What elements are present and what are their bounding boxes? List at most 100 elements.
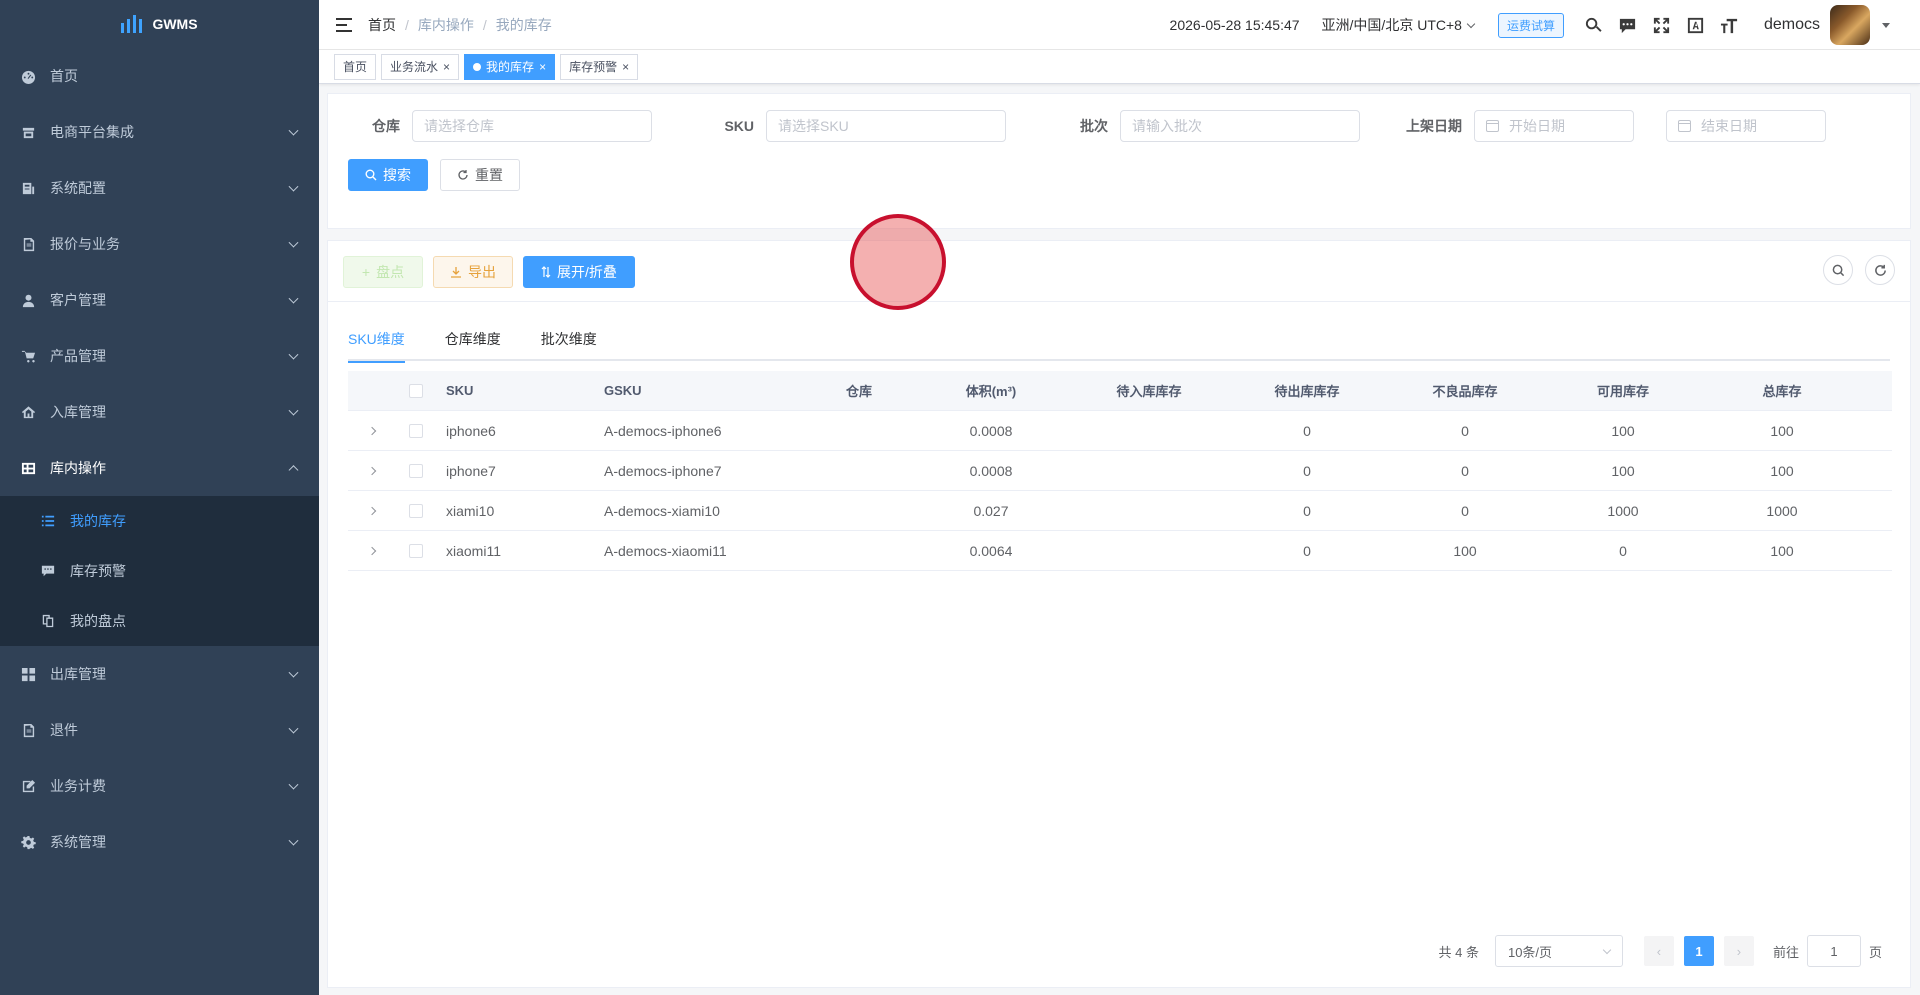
chevron-right-icon[interactable]: [367, 506, 377, 515]
select-all-checkbox[interactable]: [409, 383, 423, 398]
page-jump: 前往 1 页: [1773, 935, 1882, 967]
cell-defective: 100: [1453, 542, 1477, 559]
refresh-icon: [1874, 264, 1886, 276]
sidebar-item-inbound[interactable]: 入库管理: [0, 384, 319, 440]
goto-page-input[interactable]: 1: [1806, 935, 1861, 967]
cell-volume: 0.0008: [969, 422, 1013, 439]
sidebar-item-customers[interactable]: 客户管理: [0, 272, 319, 328]
cell-total: 100: [1770, 422, 1794, 439]
sidebar-item-quote[interactable]: 报价与业务: [0, 216, 319, 272]
user-name[interactable]: democs: [1764, 16, 1820, 34]
table-row[interactable]: xiami10 A-democs-xiami10 0.027 0 0 1000 1000: [348, 491, 1892, 531]
tag-business-flow[interactable]: 业务流水 ×: [381, 53, 460, 80]
cell-total: 100: [1770, 542, 1794, 559]
search-button[interactable]: 搜索: [348, 159, 428, 191]
row-checkbox[interactable]: [409, 543, 423, 558]
page-size-select[interactable]: 10条/页: [1494, 935, 1623, 967]
inventory-card: + 盘点 导出 展开/折叠 SKU维度 仓库维度 批次维度 SKU GSKU 仓…: [327, 240, 1911, 988]
prev-page-button[interactable]: ‹: [1643, 936, 1674, 966]
chevron-down-icon: [288, 779, 299, 790]
sidebar-subitem-stock-alert[interactable]: 库存预警: [0, 546, 319, 596]
cell-sku: iphone7: [446, 462, 496, 479]
tag-label: 库存预警: [569, 60, 618, 74]
cell-gsku: A-democs-iphone6: [604, 422, 722, 439]
tag-my-inventory[interactable]: 我的库存 ×: [464, 53, 556, 80]
sort-icon: [541, 266, 551, 278]
tag-home[interactable]: 首页: [334, 53, 377, 80]
sidebar-subitem-label: 我的盘点: [70, 613, 126, 629]
breadcrumb-home[interactable]: 首页: [368, 15, 396, 35]
close-icon[interactable]: ×: [622, 61, 629, 73]
sidebar-subitem-stocktake[interactable]: 我的盘点: [0, 596, 319, 646]
tab-batch[interactable]: 批次维度: [521, 321, 617, 361]
table-row[interactable]: iphone7 A-democs-iphone7 0.0008 0 0 100 100: [348, 451, 1892, 491]
table-row[interactable]: xiaomi11 A-democs-xiaomi11 0.0064 0 100 0 100: [348, 531, 1892, 571]
avatar[interactable]: [1830, 5, 1870, 45]
header-defective: 不良品库存: [1432, 384, 1498, 399]
freight-calc-button[interactable]: 运费试算: [1497, 12, 1564, 38]
translate-icon[interactable]: [1686, 15, 1706, 35]
expand-collapse-button[interactable]: 展开/折叠: [523, 256, 635, 288]
sidebar-item-billing[interactable]: 业务计费: [0, 758, 319, 814]
row-checkbox[interactable]: [409, 463, 423, 478]
sidebar-item-returns[interactable]: 退件: [0, 702, 319, 758]
sidebar-item-products[interactable]: 产品管理: [0, 328, 319, 384]
tab-sku[interactable]: SKU维度: [348, 321, 425, 363]
row-checkbox[interactable]: [409, 423, 423, 438]
cell-available: 100: [1611, 462, 1635, 479]
breadcrumb-my-inventory: 我的库存: [495, 16, 552, 33]
sidebar-item-outbound[interactable]: 出库管理: [0, 646, 319, 702]
search-icon[interactable]: [1584, 15, 1604, 35]
expand-cell: [348, 426, 396, 435]
chevron-right-icon[interactable]: [367, 426, 377, 435]
sidebar-item-home[interactable]: 首页: [0, 48, 319, 104]
hamburger-icon[interactable]: [336, 17, 352, 32]
sidebar-item-label: 报价与业务: [50, 236, 120, 252]
stocktake-button-label: 盘点: [376, 264, 405, 280]
batch-input[interactable]: 请输入批次: [1120, 110, 1360, 142]
table-row[interactable]: iphone6 A-democs-iphone6 0.0008 0 0 100 100: [348, 411, 1892, 451]
next-page-button[interactable]: ›: [1723, 936, 1754, 966]
page-button[interactable]: 1: [1683, 936, 1714, 966]
fullscreen-icon[interactable]: [1652, 15, 1672, 35]
close-icon[interactable]: ×: [539, 61, 546, 73]
chevron-right-icon[interactable]: [367, 466, 377, 475]
sku-select[interactable]: 请选择SKU: [766, 110, 1006, 142]
sidebar-item-system-config[interactable]: 系统配置: [0, 160, 319, 216]
tab-warehouse[interactable]: 仓库维度: [425, 321, 521, 361]
close-icon[interactable]: ×: [443, 61, 450, 73]
submenu-warehouse-ops: 我的库存 库存预警 我的盘点: [0, 496, 319, 646]
chevron-right-icon[interactable]: [367, 546, 377, 555]
sidebar-item-label: 退件: [50, 722, 78, 738]
end-date-input[interactable]: 结束日期: [1666, 110, 1826, 142]
sidebar-item-label: 电商平台集成: [50, 124, 134, 140]
sidebar-item-ecommerce[interactable]: 电商平台集成: [0, 104, 319, 160]
caret-down-icon[interactable]: [1882, 22, 1890, 28]
sidebar-item-system-admin[interactable]: 系统管理: [0, 814, 319, 870]
timezone-select[interactable]: 亚洲/中国/北京 UTC+8: [1322, 15, 1476, 35]
start-date-input[interactable]: 开始日期: [1474, 110, 1634, 142]
reset-button[interactable]: 重置: [440, 159, 520, 191]
chat-icon[interactable]: [1618, 15, 1638, 35]
tag-stock-alert[interactable]: 库存预警 ×: [560, 53, 639, 80]
sidebar-item-label: 首页: [50, 68, 78, 84]
cell-gsku: A-democs-iphone7: [604, 462, 722, 479]
font-size-icon[interactable]: [1720, 15, 1740, 35]
navbar: 首页 / 库内操作 / 我的库存 2026-05-28 15:45:47 亚洲/…: [319, 0, 1920, 50]
user-icon: [20, 292, 36, 308]
sidebar-item-warehouse-ops[interactable]: 库内操作: [0, 440, 319, 496]
toggle-search-button[interactable]: [1823, 255, 1853, 285]
stocktake-button[interactable]: + 盘点: [343, 256, 423, 288]
refresh-button[interactable]: [1865, 255, 1895, 285]
message-icon: [40, 563, 56, 579]
chevron-down-icon: [288, 237, 299, 248]
expand-cell: [348, 546, 396, 555]
home-icon: [20, 404, 36, 420]
row-checkbox[interactable]: [409, 503, 423, 518]
cell-total: 1000: [1766, 502, 1798, 519]
right-toolbar: [1823, 255, 1895, 285]
warehouse-select[interactable]: 请选择仓库: [412, 110, 652, 142]
export-button[interactable]: 导出: [433, 256, 513, 288]
toolbar: + 盘点 导出 展开/折叠: [343, 256, 635, 288]
sidebar-subitem-my-inventory[interactable]: 我的库存: [0, 496, 319, 546]
